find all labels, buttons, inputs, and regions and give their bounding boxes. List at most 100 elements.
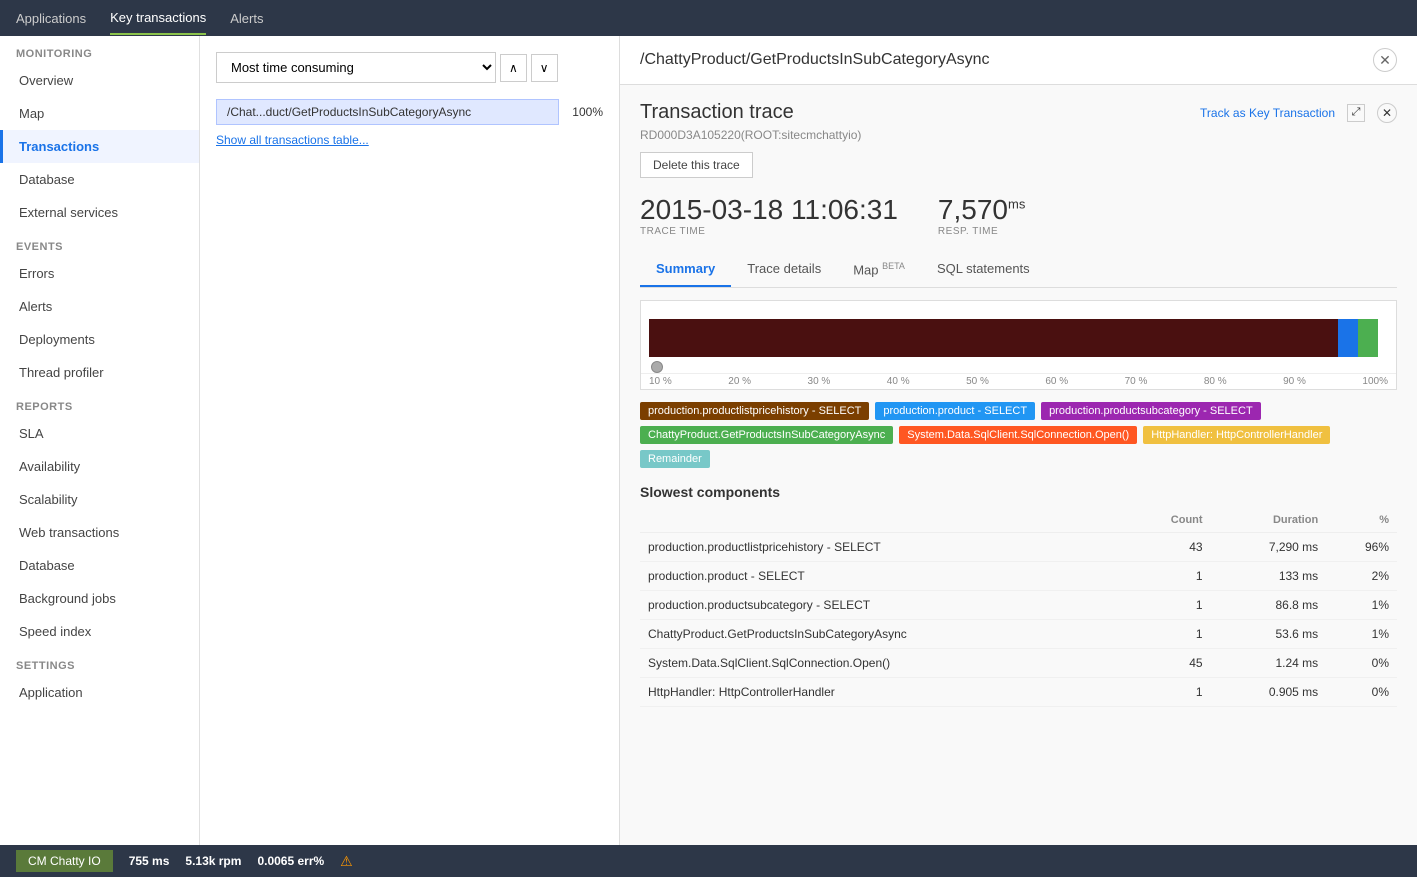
track-key-btn[interactable]: Track as Key Transaction [1200,106,1335,120]
cell-name: production.product - SELECT [640,562,1126,591]
table-row[interactable]: production.product - SELECT 1 133 ms 2% [640,562,1397,591]
trace-outer-close-button[interactable]: ✕ [1373,48,1397,72]
tab-sql[interactable]: SQL statements [921,253,1046,287]
col-name-header [640,508,1126,533]
top-nav: Applications Key transactions Alerts [0,0,1417,36]
chart-area: 10 % 20 % 30 % 40 % 50 % 60 % 70 % 80 % … [640,300,1397,390]
sidebar-item-map[interactable]: Map [0,97,199,130]
resp-time-value: 7,570ms [938,194,1025,226]
sidebar-item-speed-index[interactable]: Speed index [0,615,199,648]
legend-item: System.Data.SqlClient.SqlConnection.Open… [899,426,1137,444]
sidebar-item-transactions[interactable]: Transactions [0,130,199,163]
status-rpm: 5.13k rpm [185,854,241,868]
cell-name: production.productsubcategory - SELECT [640,591,1126,620]
chart-bar-container [649,309,1388,369]
sidebar-item-errors[interactable]: Errors [0,257,199,290]
table-row[interactable]: HttpHandler: HttpControllerHandler 1 0.9… [640,678,1397,707]
chart-bar-green [1358,319,1378,357]
tab-trace-details[interactable]: Trace details [731,253,837,287]
slowest-components-title: Slowest components [640,484,1397,500]
alert-icon: ⚠ [340,853,353,870]
main-content: Most time consuming ∧ ∨ /Chat...duct/Get… [200,36,1417,877]
sidebar-item-external-services[interactable]: External services [0,196,199,229]
trace-title-row: Transaction trace Track as Key Transacti… [640,101,1397,124]
sidebar-item-sla[interactable]: SLA [0,417,199,450]
sidebar-item-background-jobs[interactable]: Background jobs [0,582,199,615]
legend-item: production.productlistpricehistory - SEL… [640,402,869,420]
time-consuming-dropdown[interactable]: Most time consuming [216,52,496,83]
main-layout: MONITORING Overview Map Transactions Dat… [0,36,1417,877]
cell-name: System.Data.SqlClient.SqlConnection.Open… [640,649,1126,678]
legend-item: production.productsubcategory - SELECT [1041,402,1261,420]
transaction-bar-row: /Chat...duct/GetProductsInSubCategoryAsy… [216,99,603,125]
components-table: Count Duration % production.productlistp… [640,508,1397,707]
chart-main-bar [649,319,1358,357]
status-response: 755 ms [129,854,170,868]
tabs: Summary Trace details Map BETA SQL state… [640,253,1397,288]
show-all-link[interactable]: Show all transactions table... [216,133,603,147]
reports-section-label: REPORTS [0,389,199,417]
cell-pct: 0% [1326,649,1397,678]
stat-resp-time: 7,570ms RESP. TIME [938,194,1025,237]
sidebar-item-overview[interactable]: Overview [0,64,199,97]
legend-item: ChattyProduct.GetProductsInSubCategoryAs… [640,426,893,444]
status-error: 0.0065 err% [257,854,324,868]
legend-item: Remainder [640,450,710,468]
trace-time-value: 2015-03-18 11:06:31 [640,194,898,226]
chart-dot [651,361,663,373]
legend-item: HttpHandler: HttpControllerHandler [1143,426,1330,444]
trace-stats: 2015-03-18 11:06:31 TRACE TIME 7,570ms R… [640,194,1397,237]
cell-name: production.productlistpricehistory - SEL… [640,533,1126,562]
events-section-label: EVENTS [0,229,199,257]
sort-desc-btn[interactable]: ∨ [531,54,558,82]
col-pct-header: % [1326,508,1397,533]
left-panel: Most time consuming ∧ ∨ /Chat...duct/Get… [200,36,620,877]
sidebar-item-application[interactable]: Application [0,676,199,709]
cell-count: 45 [1126,649,1210,678]
monitoring-section-label: MONITORING [0,36,199,64]
chart-bar-blue [1338,319,1358,357]
trace-close-button[interactable]: ✕ [1377,103,1397,123]
delete-trace-button[interactable]: Delete this trace [640,152,753,178]
table-row[interactable]: ChattyProduct.GetProductsInSubCategoryAs… [640,620,1397,649]
sidebar-item-availability[interactable]: Availability [0,450,199,483]
sidebar-item-scalability[interactable]: Scalability [0,483,199,516]
app-name-badge[interactable]: CM Chatty IO [16,850,113,872]
transaction-bar-pct: 100% [567,105,603,119]
sort-asc-btn[interactable]: ∧ [500,54,527,82]
table-row[interactable]: System.Data.SqlClient.SqlConnection.Open… [640,649,1397,678]
cell-pct: 1% [1326,591,1397,620]
cell-count: 43 [1126,533,1210,562]
cell-duration: 7,290 ms [1211,533,1327,562]
cell-duration: 133 ms [1211,562,1327,591]
sidebar-item-web-transactions[interactable]: Web transactions [0,516,199,549]
expand-icon[interactable]: ⤢ [1347,104,1365,122]
cell-duration: 0.905 ms [1211,678,1327,707]
table-row[interactable]: production.productlistpricehistory - SEL… [640,533,1397,562]
nav-applications[interactable]: Applications [16,3,86,34]
legend-item: production.product - SELECT [875,402,1035,420]
table-row[interactable]: production.productsubcategory - SELECT 1… [640,591,1397,620]
tab-map[interactable]: Map BETA [837,253,921,287]
sidebar-item-database[interactable]: Database [0,163,199,196]
filter-row: Most time consuming ∧ ∨ [216,52,603,83]
chart-axis: 10 % 20 % 30 % 40 % 50 % 60 % 70 % 80 % … [641,373,1396,389]
trace-id: RD000D3A105220(ROOT:sitecmchattyio) [640,128,1397,142]
trace-outer-header: /ChattyProduct/GetProductsInSubCategoryA… [620,36,1417,85]
sidebar-item-alerts[interactable]: Alerts [0,290,199,323]
transaction-bar-label[interactable]: /Chat...duct/GetProductsInSubCategoryAsy… [216,99,559,125]
sidebar-item-database-reports[interactable]: Database [0,549,199,582]
trace-header-title: /ChattyProduct/GetProductsInSubCategoryA… [640,51,990,69]
nav-key-transactions[interactable]: Key transactions [110,2,206,35]
sidebar-item-deployments[interactable]: Deployments [0,323,199,356]
stat-trace-time: 2015-03-18 11:06:31 TRACE TIME [640,194,898,237]
cell-duration: 86.8 ms [1211,591,1327,620]
trace-title: Transaction trace [640,101,794,124]
settings-section-label: SETTINGS [0,648,199,676]
tab-summary[interactable]: Summary [640,253,731,287]
cell-duration: 53.6 ms [1211,620,1327,649]
cell-duration: 1.24 ms [1211,649,1327,678]
cell-pct: 96% [1326,533,1397,562]
nav-alerts[interactable]: Alerts [230,3,263,34]
sidebar-item-thread-profiler[interactable]: Thread profiler [0,356,199,389]
